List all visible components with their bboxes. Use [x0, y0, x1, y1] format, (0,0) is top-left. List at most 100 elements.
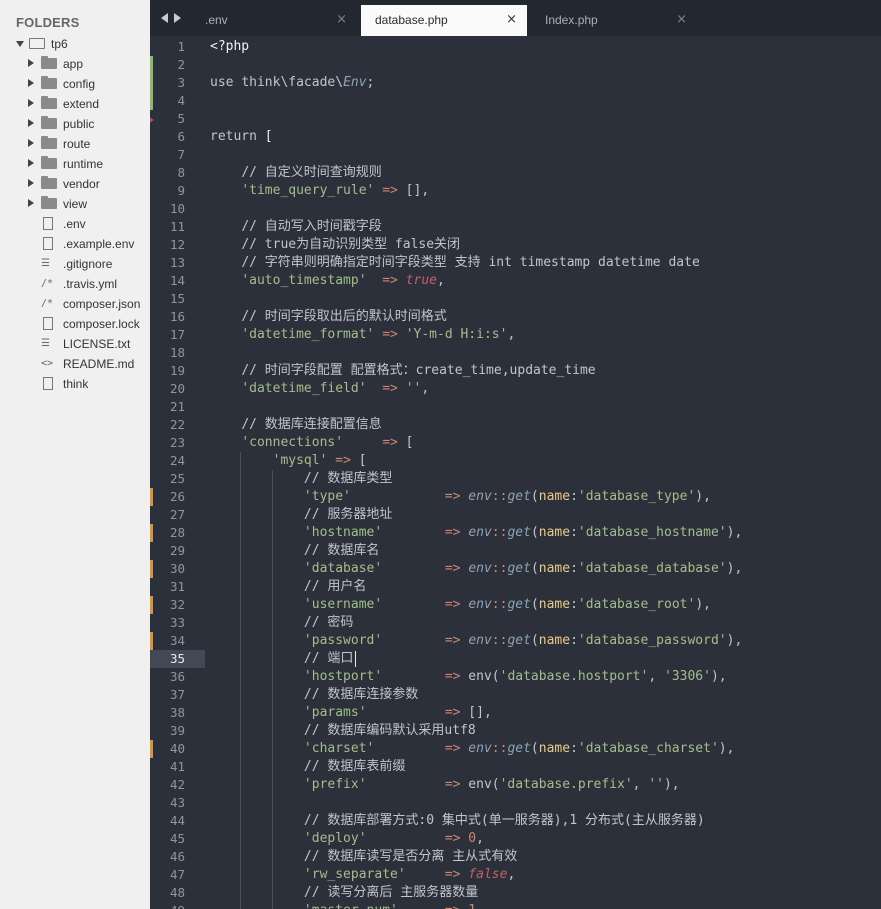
close-icon[interactable]: ×	[506, 12, 517, 27]
folder-icon	[41, 96, 57, 109]
tree-folder-item[interactable]: runtime	[0, 154, 150, 174]
code-token: ,	[476, 903, 484, 909]
chevron-right-icon[interactable]	[28, 159, 34, 167]
tree-file-item[interactable]: /* composer.json	[0, 294, 150, 314]
chevron-right-icon[interactable]	[28, 79, 34, 87]
code-token: ),	[718, 741, 735, 756]
chevron-right-icon[interactable]	[28, 59, 34, 67]
close-icon[interactable]: ×	[676, 12, 687, 27]
code-line: // 端口	[210, 650, 353, 668]
code-token: 'username'	[303, 597, 383, 612]
code-line: // 数据库部署方式:0 集中式(单一服务器),1 分布式(主从服务器)	[210, 812, 705, 830]
line-number: 27	[169, 507, 185, 522]
code-line: // 数据库连接配置信息	[210, 416, 381, 434]
code-token: // 密码	[303, 615, 354, 630]
tree-folder-item[interactable]: tp6	[0, 34, 150, 54]
line-number: 23	[169, 435, 185, 450]
tree-file-item[interactable]: .env	[0, 214, 150, 234]
line-number: 42	[169, 777, 185, 792]
code-token: (	[530, 561, 539, 576]
tree-folder-item[interactable]: vendor	[0, 174, 150, 194]
tree-folder-item[interactable]: route	[0, 134, 150, 154]
indent-guide	[240, 452, 242, 909]
code-line: // 用户名	[210, 578, 366, 596]
code-token: =>	[398, 903, 461, 909]
code-line: // 服务器地址	[210, 506, 392, 524]
tab-label: .env	[205, 13, 228, 27]
code-token: <?php	[210, 39, 250, 54]
line-number: 14	[169, 273, 185, 288]
folder-open-icon	[29, 38, 45, 49]
sidebar: FOLDERS tp6 app config extend public route run…	[0, 0, 150, 909]
tab-env[interactable]: .env ×	[191, 5, 357, 36]
code-token: =>	[382, 525, 461, 540]
tree-file-item[interactable]: /* .travis.yml	[0, 274, 150, 294]
tab-database-php[interactable]: database.php ×	[361, 5, 527, 36]
code-token: 'password'	[303, 633, 383, 648]
code-token: 'database'	[303, 561, 383, 576]
tree-file-item[interactable]: composer.lock	[0, 314, 150, 334]
code-token: (	[530, 741, 539, 756]
code-token: =>	[350, 489, 461, 504]
tree-file-item[interactable]: ☰ LICENSE.txt	[0, 334, 150, 354]
tab-index-php[interactable]: Index.php ×	[531, 5, 697, 36]
chevron-right-icon[interactable]	[28, 119, 34, 127]
line-number: 41	[169, 759, 185, 774]
code-line: 'password' => env::get(name:'database_pa…	[210, 632, 742, 650]
code-token: 'datetime_field'	[241, 381, 367, 396]
code-line: <?php	[210, 38, 249, 56]
code-token: 'time_query_rule'	[241, 183, 375, 198]
nav-back-icon[interactable]	[161, 13, 168, 23]
tree-folder-item[interactable]: view	[0, 194, 150, 214]
tree-folder-item[interactable]: public	[0, 114, 150, 134]
tree-file-item[interactable]: .example.env	[0, 234, 150, 254]
tree-folder-item[interactable]: extend	[0, 94, 150, 114]
code-token: ),	[726, 633, 743, 648]
code-line: // 数据库表前缀	[210, 758, 405, 776]
code-token: (	[530, 597, 539, 612]
code-token: // 自动写入时间戳字段	[241, 219, 382, 234]
line-number: 2	[177, 57, 185, 72]
line-number: 39	[169, 723, 185, 738]
code-icon: <>	[41, 358, 54, 369]
tree-file-item[interactable]: think	[0, 374, 150, 394]
close-icon[interactable]: ×	[336, 12, 347, 27]
code-token: '3306'	[664, 669, 711, 684]
line-number: 3	[177, 75, 185, 90]
code-token: :	[570, 741, 578, 756]
tree-item-label: vendor	[63, 177, 100, 191]
nav-forward-icon[interactable]	[174, 13, 181, 23]
code-line: 'auto_timestamp' => true,	[210, 272, 445, 290]
code-token: 'database_password'	[577, 633, 727, 648]
code-token: =>	[382, 561, 461, 576]
tree-folder-item[interactable]: config	[0, 74, 150, 94]
chevron-down-icon[interactable]	[16, 41, 24, 47]
tree-file-item[interactable]: <> README.md	[0, 354, 150, 374]
code-line: 'username' => env::get(name:'database_ro…	[210, 596, 711, 614]
tree-file-item[interactable]: ☰ .gitignore	[0, 254, 150, 274]
code-editor[interactable]: 1 2 3 4 5 6 7 8 9 10 11 12 13 14 15 16 17 18 19 20 21 22 23 24 2…	[150, 36, 881, 909]
fold-arrow-icon[interactable]	[150, 116, 154, 124]
chevron-right-icon[interactable]	[28, 99, 34, 107]
code-token: env	[468, 597, 492, 612]
chevron-right-icon[interactable]	[28, 199, 34, 207]
code-token: :	[570, 597, 578, 612]
code-token: get	[507, 561, 531, 576]
comment-icon: /*	[41, 278, 54, 289]
tree-folder-item[interactable]: app	[0, 54, 150, 74]
chevron-right-icon[interactable]	[28, 179, 34, 187]
line-number: 6	[177, 129, 185, 144]
tree-item-label: .example.env	[63, 237, 135, 251]
line-number: 17	[169, 327, 185, 342]
tree-item-label: .gitignore	[63, 257, 113, 271]
code-line: 'deploy' => 0,	[210, 830, 484, 848]
chevron-right-icon[interactable]	[28, 139, 34, 147]
code-token: ''	[648, 777, 664, 792]
tab-label: database.php	[375, 13, 448, 27]
